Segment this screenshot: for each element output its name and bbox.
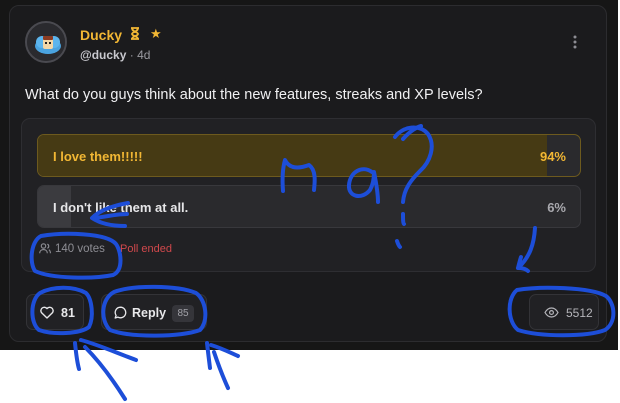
post-card: Ducky ★ @ducky · 4d What do you guys thi… [9,5,607,342]
poll-option-percent: 6% [547,200,566,215]
poll-option-label: I love them!!!!! [53,149,143,164]
poll: I love them!!!!! 94% I don't like them a… [21,118,596,272]
reply-button[interactable]: Reply 85 [101,294,207,330]
post-time: · 4d [129,48,151,62]
duck-avatar-icon [27,23,65,61]
reply-count-badge: 85 [172,305,194,322]
author-handle[interactable]: @ducky [80,48,126,62]
scribble-stroke-3 [83,345,127,401]
view-count: 5512 [566,306,593,320]
author-name[interactable]: Ducky [80,27,122,43]
eye-icon [544,307,559,318]
star-badge-icon: ★ [150,26,162,41]
post-question: What do you guys think about the new fea… [25,87,483,103]
reply-label: Reply [132,306,167,320]
author-meta: @ducky · 4d [80,48,150,62]
poll-option-love[interactable]: I love them!!!!! 94% [37,134,581,177]
like-button[interactable]: 81 [26,294,84,330]
poll-option-label: I don't like them at all. [53,200,189,215]
poll-status: Poll ended [120,243,172,255]
hourglass-badge-icon [130,27,140,43]
poll-option-percent: 94% [539,149,566,164]
more-options-icon[interactable] [568,35,582,51]
users-icon [39,243,51,254]
heart-icon [40,306,54,319]
poll-option-dislike[interactable]: I don't like them at all. 6% [37,185,581,228]
scribble-stroke-6 [212,350,230,390]
like-count: 81 [61,306,75,320]
comment-icon [114,306,127,319]
avatar[interactable] [25,21,67,63]
views-indicator[interactable]: 5512 [529,294,599,330]
vote-count: 140 votes [55,243,105,255]
